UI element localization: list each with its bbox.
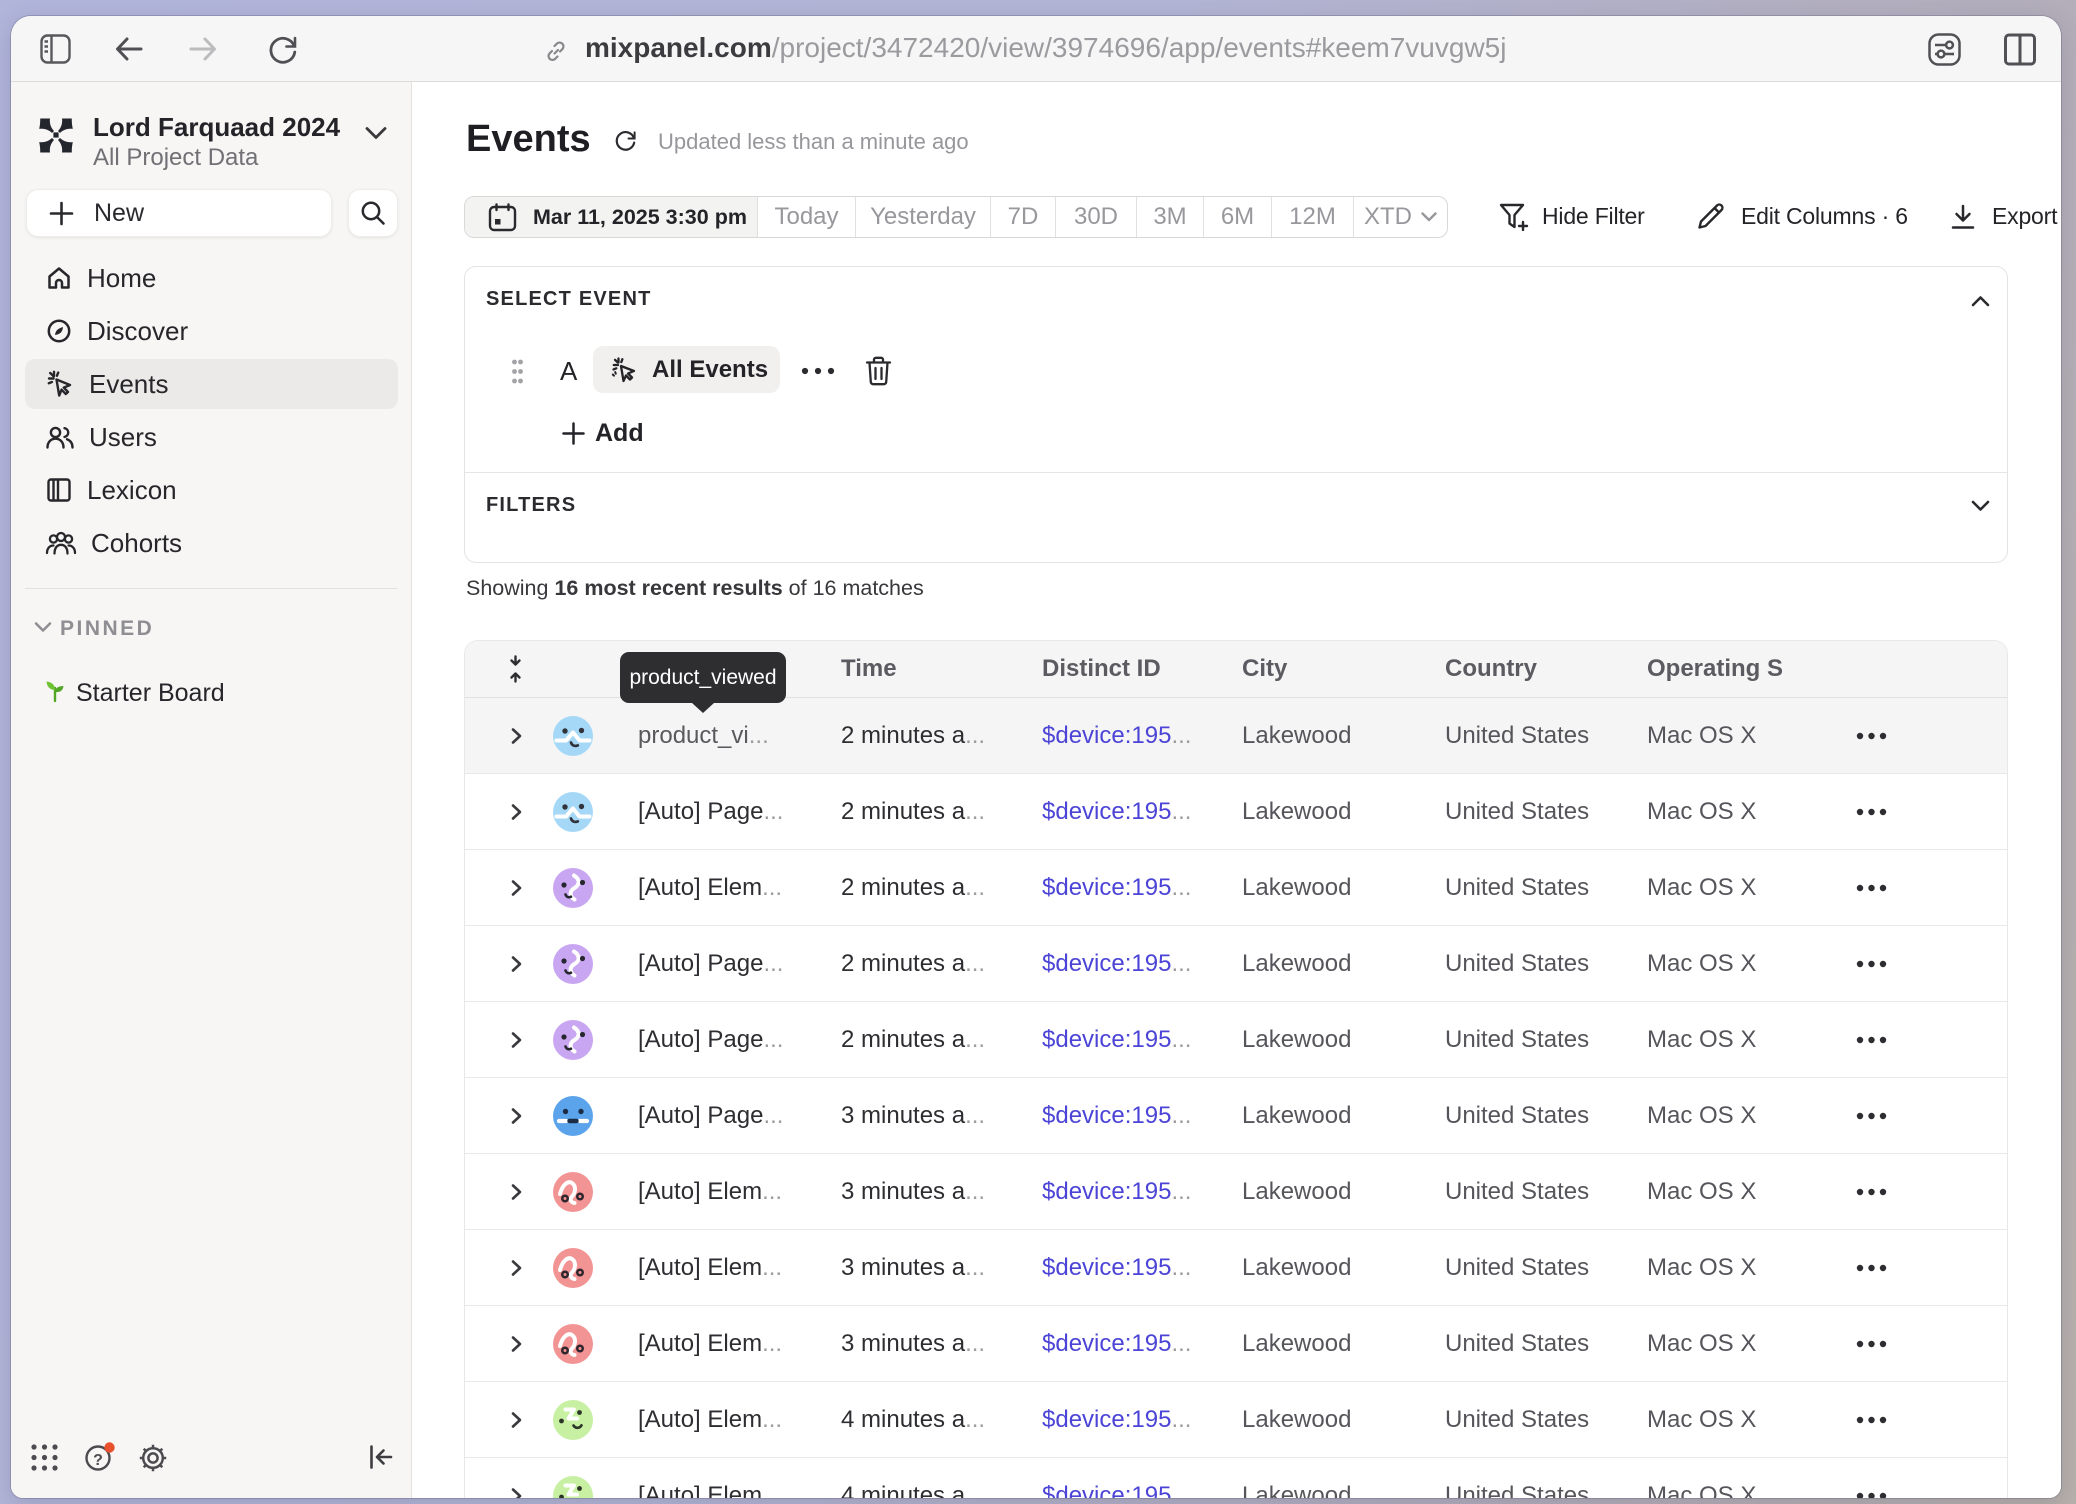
svg-text:?: ? [93, 1452, 103, 1469]
